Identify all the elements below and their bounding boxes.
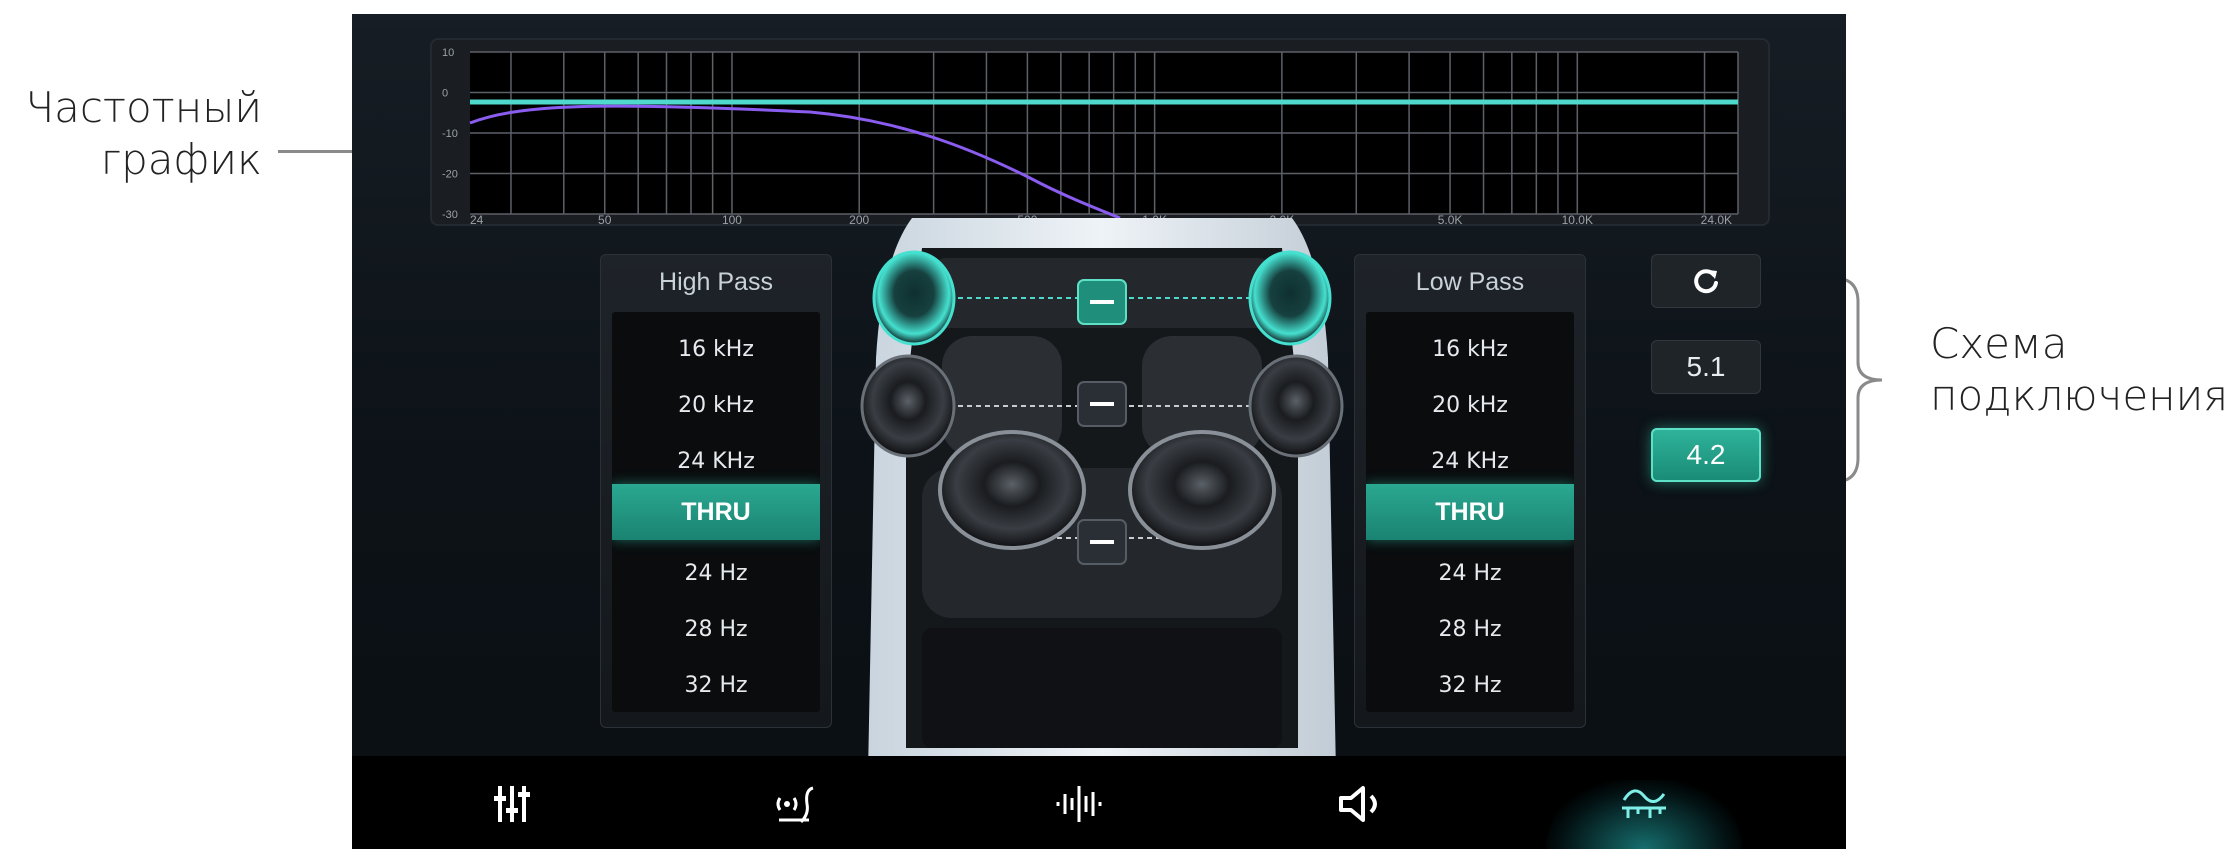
freq-x-tick-label: 10.0K (1562, 213, 1593, 226)
freq-y-tick-label: 0 (442, 88, 448, 100)
nav-crossover-filter[interactable] (1584, 756, 1704, 849)
freq-x-tick-label: 100 (722, 213, 742, 226)
freq-graph-annotation-line2: график (100, 135, 262, 184)
high-pass-option[interactable]: 16 kHz (612, 322, 820, 378)
low-pass-option[interactable]: 32 Hz (1366, 658, 1574, 712)
low-pass-option[interactable]: 24 KHz (1366, 434, 1574, 490)
freq-x-tick-label: 24 (470, 213, 484, 226)
high-pass-option[interactable]: 24 KHz (612, 434, 820, 490)
freq-graph-annotation: Частотный график (0, 82, 262, 186)
bottom-navigation (352, 756, 1846, 849)
high-pass-option-selected[interactable]: THRU (612, 484, 820, 540)
connection-scheme-annotation-line2: подключения (1930, 371, 2229, 420)
refresh-icon (1694, 269, 1718, 294)
low-pass-option-selected[interactable]: THRU (1366, 484, 1574, 540)
scheme-5-1-button[interactable]: 5.1 (1651, 340, 1761, 394)
low-pass-drum[interactable]: 16 kHz 20 kHz 24 KHz THRU 24 Hz 28 Hz 32… (1366, 312, 1574, 712)
crossover-filter-icon (1622, 789, 1666, 818)
freq-y-tick-label: 10 (442, 47, 454, 59)
nav-sound-field[interactable] (735, 756, 855, 849)
sound-field-icon (776, 786, 814, 824)
freq-graph-annotation-line1: Частотный (25, 83, 262, 132)
low-pass-option[interactable]: 28 Hz (1366, 602, 1574, 658)
frequency-graph: 100-10-20-30 24501002005001.0K2.0K5.0K10… (430, 38, 1770, 226)
front-left-speaker (872, 250, 956, 346)
freq-y-tick-label: -20 (442, 169, 458, 181)
equalizer-icon (494, 786, 530, 822)
subwoofer-right (1128, 430, 1276, 550)
high-pass-option[interactable]: 20 kHz (612, 378, 820, 434)
nav-speaker[interactable] (1301, 756, 1421, 849)
rear-pair-minus-button[interactable] (1077, 381, 1127, 427)
low-pass-option[interactable]: 24 Hz (1366, 546, 1574, 602)
low-pass-title: Low Pass (1415, 268, 1525, 296)
rear-left-speaker (860, 354, 956, 458)
front-pair-minus-button[interactable] (1077, 279, 1127, 325)
high-pass-panel: High Pass 16 kHz 20 kHz 24 KHz THRU 24 H… (600, 254, 832, 728)
audio-wave-icon (1056, 786, 1102, 822)
freq-y-tick-label: -10 (442, 128, 458, 140)
front-right-speaker (1248, 250, 1332, 346)
car-speaker-layout (860, 218, 1344, 774)
freq-x-tick-label: 50 (598, 213, 612, 226)
high-pass-drum[interactable]: 16 kHz 20 kHz 24 KHz THRU 24 Hz 28 Hz 32… (612, 312, 820, 712)
head-unit-screen: 100-10-20-30 24501002005001.0K2.0K5.0K10… (352, 14, 1846, 849)
subwoofer-left (938, 430, 1086, 550)
reset-button[interactable] (1651, 254, 1761, 308)
low-pass-option[interactable]: 20 kHz (1366, 378, 1574, 434)
high-pass-option[interactable]: 24 Hz (612, 546, 820, 602)
nav-equalizer[interactable] (452, 756, 572, 849)
high-pass-title: High Pass (659, 268, 773, 296)
car-trunk (922, 628, 1282, 748)
freq-x-tick-label: 5.0K (1438, 213, 1463, 226)
scheme-4-2-button[interactable]: 4.2 (1651, 428, 1761, 482)
speaker-icon (1339, 786, 1377, 822)
high-pass-option[interactable]: 28 Hz (612, 602, 820, 658)
freq-x-tick-label: 24.0K (1701, 213, 1732, 226)
rear-right-speaker (1248, 354, 1344, 458)
subwoofer-minus-button[interactable] (1077, 519, 1127, 565)
low-pass-panel: Low Pass 16 kHz 20 kHz 24 KHz THRU 24 Hz… (1354, 254, 1586, 728)
connection-scheme-annotation: Схема подключения (1930, 318, 2230, 422)
nav-audio-wave[interactable] (1018, 756, 1138, 849)
high-pass-option[interactable]: 32 Hz (612, 658, 820, 712)
connection-scheme-annotation-line1: Схема (1930, 319, 2068, 368)
frequency-graph-plot: 100-10-20-30 24501002005001.0K2.0K5.0K10… (442, 47, 1739, 226)
low-pass-option[interactable]: 16 kHz (1366, 322, 1574, 378)
freq-y-tick-label: -30 (442, 209, 458, 221)
